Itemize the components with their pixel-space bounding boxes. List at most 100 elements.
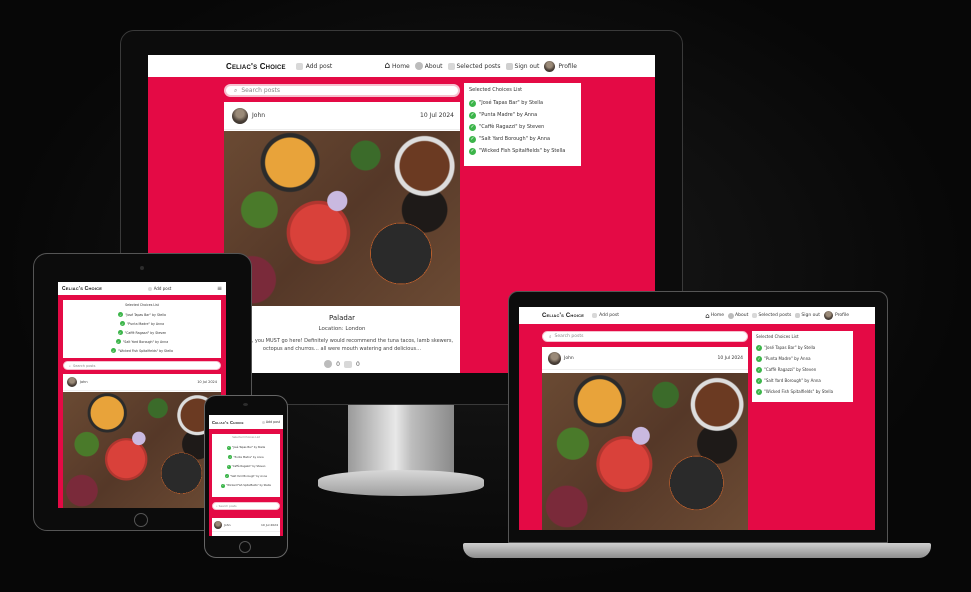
list-item[interactable]: ✓ "Wicked Fish Spitalfields" by Stella — [469, 145, 576, 157]
list-item[interactable]: ✓ "Wicked Fish Spitalfields" by Stella — [214, 481, 278, 491]
search-input[interactable]: ⌕ Search posts — [63, 361, 221, 370]
post-card[interactable]: John 10 Jul 2024 Paladar Location: Londo… — [224, 102, 460, 373]
add-post-icon — [261, 420, 265, 424]
search-input[interactable]: ⌕ Search posts — [212, 502, 280, 510]
search-placeholder: Search posts — [218, 504, 237, 508]
nav-sign-out[interactable]: Sign out — [505, 62, 539, 70]
laptop-base — [463, 543, 931, 558]
add-post-link[interactable]: Add post — [295, 62, 332, 70]
tablet-camera — [140, 266, 144, 270]
choices-title: Selected Choices List — [469, 87, 523, 93]
list-item[interactable]: ✓ "Punta Madre" by Anna — [214, 453, 278, 463]
post-image[interactable] — [63, 392, 221, 508]
list-item[interactable]: ✓ "José Tapas Bar" by Stella — [469, 97, 576, 109]
like-icon[interactable] — [324, 360, 333, 368]
phone-home-button[interactable] — [239, 541, 251, 553]
nav-about[interactable]: About — [414, 62, 443, 70]
list-item[interactable]: ✓ "José Tapas Bar" by Stella — [214, 443, 278, 453]
author-avatar[interactable] — [214, 520, 222, 529]
post-header: John 10 Jul 2024 — [224, 102, 460, 130]
check-icon: ✓ — [226, 445, 231, 450]
search-icon: ⌕ — [234, 86, 238, 94]
post-card[interactable]: John 10 Jul 2024 — [542, 347, 748, 530]
nav-home[interactable]: ⌂ Home — [705, 312, 724, 320]
post-header: John 10 Jul 2024 — [63, 374, 221, 391]
post-card[interactable]: John 10 Jul 2024 — [212, 518, 280, 536]
list-item[interactable]: ✓ "Salt Yard Borough" by Anna — [756, 375, 849, 386]
nav-profile[interactable]: Profile — [544, 60, 577, 72]
post-author[interactable]: John — [80, 380, 88, 384]
list-item[interactable]: ✓ "Caffè Ragazzi" by Steven — [756, 364, 849, 375]
post-image[interactable] — [224, 131, 460, 306]
tablet-screen: Celiac's Choice Add post ≡ Selected Choi… — [58, 282, 226, 508]
nav-about[interactable]: About — [728, 312, 748, 319]
nav-selected-posts[interactable]: Selected posts — [447, 62, 501, 70]
brand-logo[interactable]: Celiac's Choice — [212, 420, 244, 425]
comment-count: 0 — [356, 360, 360, 368]
list-item[interactable]: ✓ "Caffè Ragazzi" by Steven — [469, 121, 576, 133]
nav-sign-out[interactable]: Sign out — [795, 313, 820, 318]
nav-selected-posts[interactable]: Selected posts — [752, 313, 791, 318]
add-post-link[interactable]: Add post — [592, 313, 619, 318]
add-post-link[interactable]: Add post — [147, 286, 171, 291]
list-item[interactable]: ✓ "José Tapas Bar" by Stella — [66, 310, 218, 319]
list-item[interactable]: ✓ "Salt Yard Borough" by Anna — [214, 472, 278, 482]
post-author[interactable]: John — [564, 356, 574, 361]
list-item[interactable]: ✓ "Punta Madre" by Anna — [469, 109, 576, 121]
post-header: John 10 Jul 2024 — [542, 347, 748, 370]
post-title: Paladar — [328, 314, 356, 322]
nav-profile-label: Profile — [835, 313, 849, 318]
check-icon: ✓ — [118, 312, 124, 317]
search-placeholder: Search posts — [554, 334, 584, 339]
list-item[interactable]: ✓ "Salt Yard Borough" by Anna — [66, 337, 218, 346]
post-author[interactable]: John — [224, 523, 231, 527]
comment-icon[interactable] — [344, 360, 352, 368]
add-post-icon — [592, 313, 598, 318]
selected-choices-list: Selected Choices List ✓ "José Tapas Bar" … — [752, 331, 853, 402]
author-avatar[interactable] — [548, 351, 561, 365]
monitor-stand — [348, 405, 454, 475]
author-avatar[interactable] — [232, 107, 248, 124]
brand-logo[interactable]: Celiac's Choice — [542, 313, 584, 319]
list-icon — [447, 62, 455, 70]
list-item[interactable]: ✓ "Caffè Ragazzi" by Steven — [66, 328, 218, 337]
nav-profile[interactable]: Profile — [824, 311, 849, 320]
post-location: Location: London — [318, 326, 366, 332]
search-input[interactable]: ⌕ Search posts — [542, 331, 748, 342]
search-icon: ⌕ — [216, 504, 218, 508]
author-avatar[interactable] — [67, 377, 77, 387]
check-icon: ✓ — [117, 330, 123, 335]
tablet-home-button[interactable] — [134, 513, 148, 527]
post-excerpt: Coeliacs, you MUST go here! Definitely w… — [230, 338, 454, 352]
search-placeholder: Search posts — [72, 363, 96, 368]
list-item[interactable]: ✓ "José Tapas Bar" by Stella — [756, 342, 849, 353]
post-date: 10 Jul 2024 — [197, 380, 217, 384]
post-author[interactable]: John — [252, 112, 265, 119]
list-item[interactable]: ✓ "Wicked Fish Spitalfields" by Stella — [756, 386, 849, 397]
check-icon: ✓ — [228, 455, 233, 460]
check-icon: ✓ — [225, 474, 230, 479]
list-item[interactable]: ✓ "Punta Madre" by Anna — [756, 353, 849, 364]
add-post-icon — [295, 62, 303, 70]
post-card[interactable]: John 10 Jul 2024 — [63, 374, 221, 508]
check-icon: ✓ — [756, 366, 762, 373]
post-date: 10 Jul 2024 — [261, 522, 278, 527]
hamburger-menu-icon[interactable]: ≡ — [217, 285, 222, 292]
post-image[interactable] — [542, 373, 748, 530]
list-item[interactable]: ✓ "Punta Madre" by Anna — [66, 319, 218, 328]
check-icon: ✓ — [226, 464, 231, 469]
nav-about-label: About — [424, 62, 443, 70]
search-input[interactable]: ⌕ Search posts — [224, 84, 460, 97]
add-post-link[interactable]: Add post — [261, 420, 280, 424]
brand-logo[interactable]: Celiac's Choice — [62, 286, 102, 292]
list-item[interactable]: ✓ "Caffè Ragazzi" by Steven — [214, 462, 278, 472]
list-item[interactable]: ✓ "Wicked Fish Spitalfields" by Stella — [66, 346, 218, 355]
post-date: 10 Jul 2024 — [420, 112, 454, 119]
brand-logo[interactable]: Celiac's Choice — [226, 62, 286, 71]
info-icon — [414, 62, 423, 70]
list-item[interactable]: ✓ "Salt Yard Borough" by Anna — [469, 133, 576, 145]
check-icon: ✓ — [469, 123, 476, 131]
nav-home[interactable]: ⌂ Home — [384, 61, 409, 71]
check-icon: ✓ — [469, 111, 476, 119]
search-icon: ⌕ — [69, 363, 71, 368]
